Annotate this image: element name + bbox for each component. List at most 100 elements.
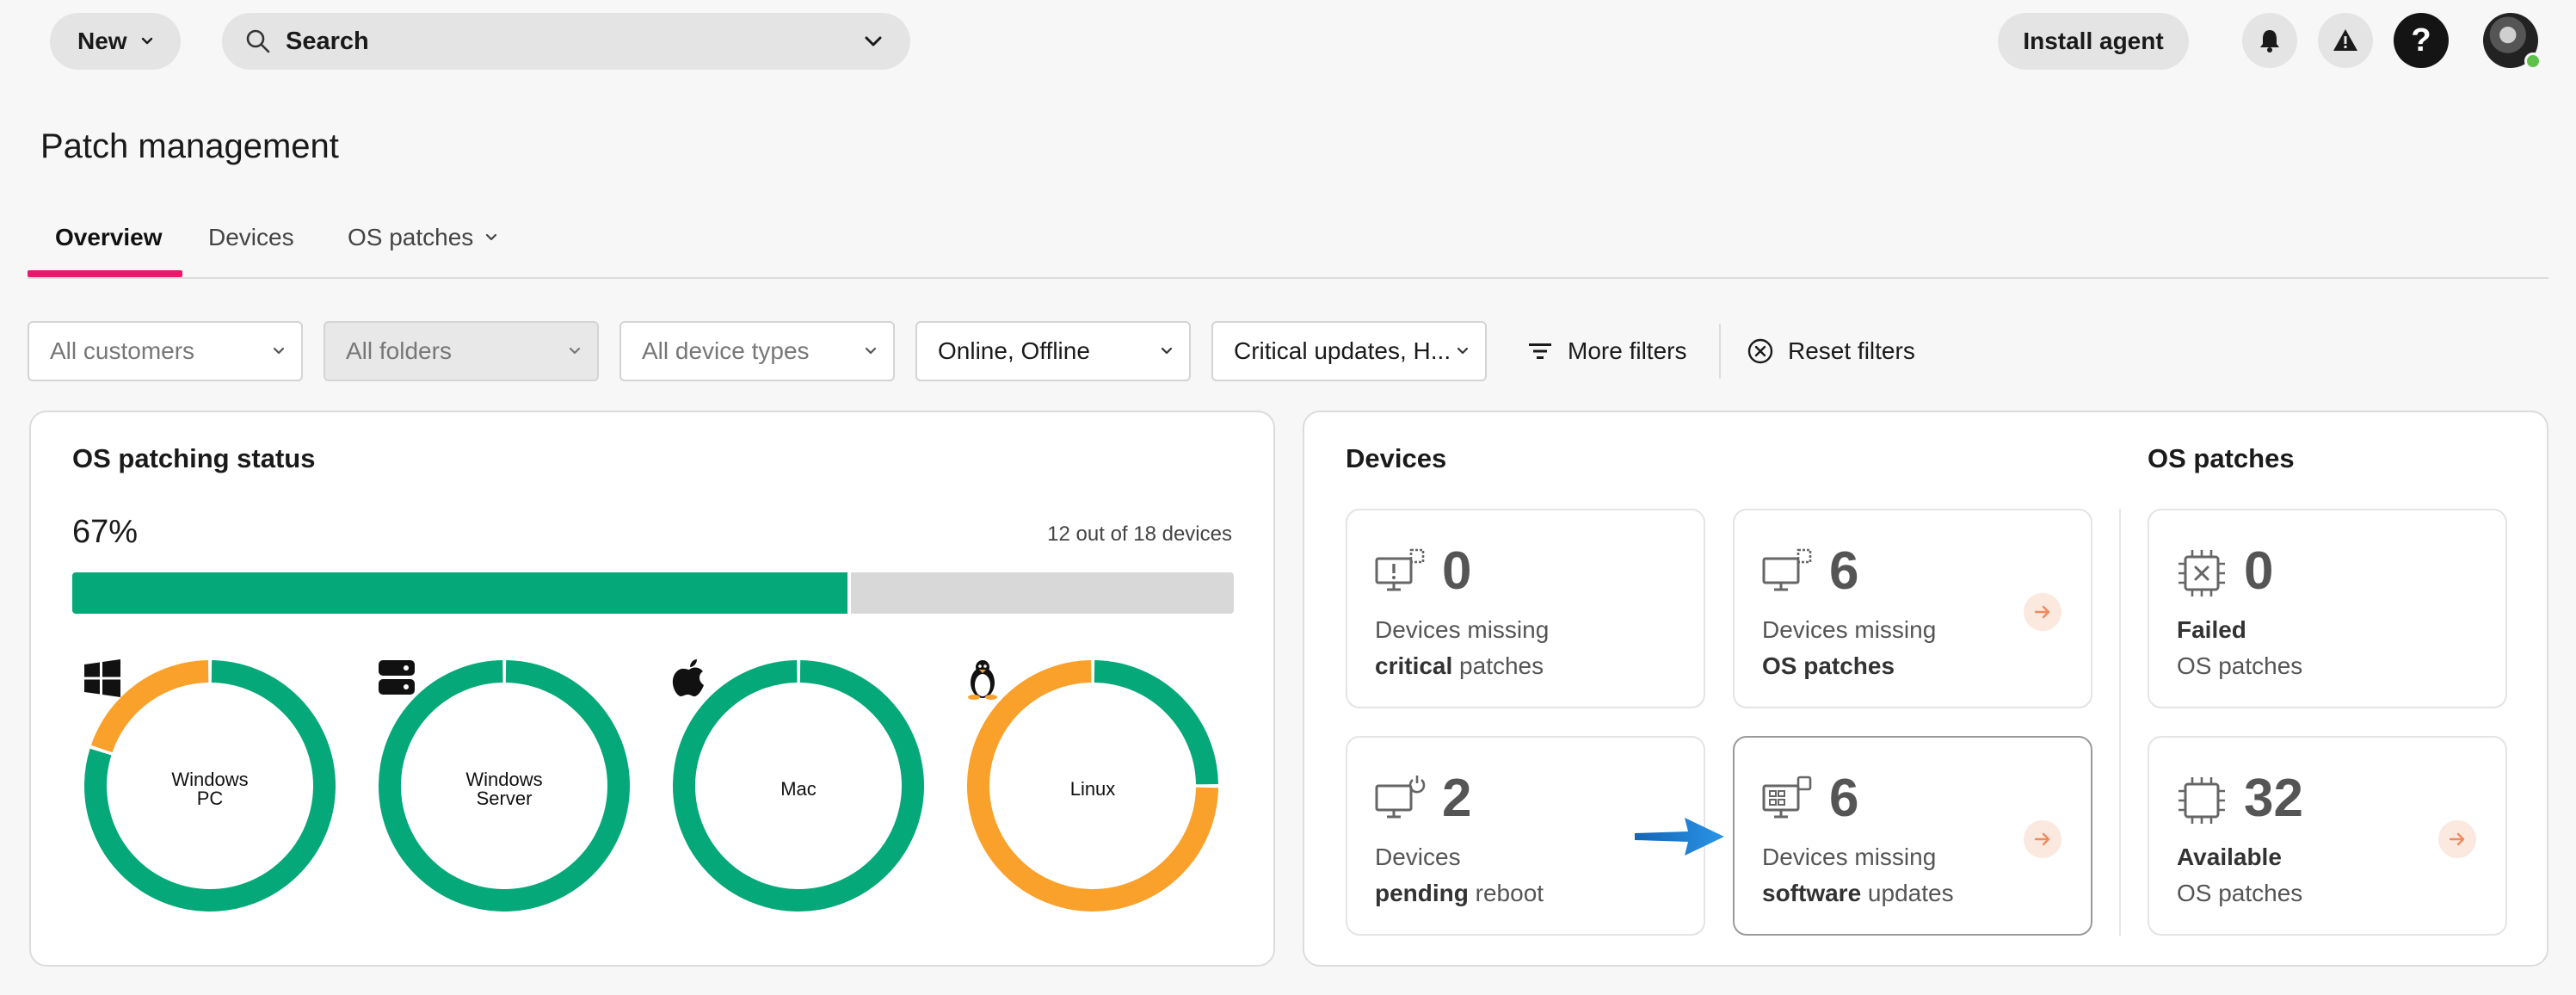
tab-os-patches[interactable]: OS patches <box>348 224 499 251</box>
tile-text-line2: OS patches <box>2177 880 2303 906</box>
tile-text-bold: OS patches <box>1762 652 1895 679</box>
windows-icon <box>84 659 120 697</box>
patched-percentage: 67% <box>72 514 139 550</box>
chip-icon <box>2179 777 2225 824</box>
donut-label: Server <box>476 788 533 809</box>
card-title: OS patching status <box>72 443 316 473</box>
tile-count: 6 <box>1829 541 1859 601</box>
chevron-down-icon[interactable] <box>862 30 884 53</box>
patched-devices-count: 12 out of 18 devices <box>1047 522 1232 546</box>
tile-text-bold: Failed <box>2177 616 2246 643</box>
arrow-right-icon[interactable] <box>2024 593 2061 631</box>
os-patches-section-title: OS patches <box>2148 443 2295 473</box>
tile-text-rest: patches <box>1452 652 1544 679</box>
new-button[interactable]: New <box>50 13 181 70</box>
tile-text-line1: Devices missing <box>1762 844 1937 870</box>
tile-missing-os-patches[interactable]: 6 Devices missing OS patches <box>1733 509 2092 708</box>
progress-fill <box>72 572 851 614</box>
tile-count: 6 <box>1829 769 1859 828</box>
tab-label: OS patches <box>348 224 474 250</box>
arrow-right-icon[interactable] <box>2438 820 2476 858</box>
chevron-down-icon <box>865 347 877 355</box>
search-icon <box>246 29 270 53</box>
customers-filter[interactable]: All customers <box>28 321 303 381</box>
callout-arrow-icon <box>1635 818 1724 856</box>
install-agent-label: Install agent <box>2023 28 2164 54</box>
tile-text-bold: Available <box>2177 844 2282 870</box>
tile-count: 32 <box>2244 769 2303 828</box>
donut-windows-server[interactable]: Windows Server <box>377 658 632 913</box>
close-circle-icon <box>1747 338 1773 364</box>
tile-text-line1: Devices missing <box>1375 616 1550 643</box>
tile-available-os-patches[interactable]: 32 Available OS patches <box>2148 736 2507 936</box>
status-filter[interactable]: Online, Offline <box>915 321 1191 381</box>
donut-label: PC <box>196 788 224 809</box>
donut-linux[interactable]: Linux <box>965 658 1220 913</box>
search-bar[interactable]: Search <box>222 13 910 70</box>
server-icon <box>379 660 415 695</box>
avatar[interactable] <box>2483 13 2542 70</box>
tile-text-rest: updates <box>1861 880 1954 906</box>
chevron-down-icon <box>1161 347 1173 355</box>
chevron-down-icon <box>1457 347 1469 355</box>
online-status-dot <box>2524 53 2542 70</box>
bell-icon <box>2260 30 2279 53</box>
tile-failed-os-patches[interactable]: 0 Failed OS patches <box>2148 509 2507 708</box>
page-title: Patch management <box>40 127 339 165</box>
top-bar: New Search Install agent ? <box>0 0 2576 86</box>
donut-label: Linux <box>1069 778 1116 800</box>
tile-count: 0 <box>2244 541 2274 601</box>
tab-devices[interactable]: Devices <box>208 224 294 251</box>
filter-label: All customers <box>50 337 195 364</box>
new-button-label: New <box>77 28 127 54</box>
filter-icon <box>1529 343 1551 359</box>
arrow-right-icon[interactable] <box>2024 820 2061 858</box>
tab-overview[interactable]: Overview <box>55 224 163 251</box>
warning-icon <box>2333 29 2357 51</box>
tab-bar: Overview Devices OS patches <box>28 207 2548 279</box>
chevron-down-icon <box>141 37 152 45</box>
tab-label: Devices <box>208 224 294 250</box>
alerts-button[interactable] <box>2318 13 2373 68</box>
filters-divider <box>1719 324 1721 379</box>
chevron-down-icon <box>569 347 581 355</box>
install-agent-button[interactable]: Install agent <box>1998 13 2189 70</box>
update-type-filter[interactable]: Critical updates, H... <box>1211 321 1487 381</box>
reset-filters-label: Reset filters <box>1788 337 1915 364</box>
notifications-button[interactable] <box>2242 13 2297 68</box>
donut-label: Mac <box>780 778 817 800</box>
devices-section-title: Devices <box>1346 443 1447 473</box>
monitor-alert-icon <box>1375 548 1425 591</box>
filter-label: Critical updates, H... <box>1234 337 1451 364</box>
question-icon: ? <box>2411 22 2431 59</box>
apple-icon <box>672 659 704 697</box>
tile-missing-critical-patches[interactable]: 0 Devices missing critical patches <box>1346 509 1705 708</box>
donut-windows-pc[interactable]: Windows PC <box>83 658 337 913</box>
device-types-filter[interactable]: All device types <box>619 321 895 381</box>
os-patching-status-card: OS patching status 67% 12 out of 18 devi… <box>29 411 1275 967</box>
devices-and-patches-card: Devices OS patches 0 Devices missing crit… <box>1303 411 2548 967</box>
donut-mac[interactable]: Mac <box>671 658 926 913</box>
tab-label: Overview <box>55 224 163 250</box>
tile-text-line1: Devices missing <box>1762 616 1937 643</box>
tile-text-line2: OS patches <box>2177 652 2303 679</box>
monitor-power-icon <box>1375 776 1426 819</box>
chevron-down-icon <box>273 347 285 355</box>
chip-failed-icon <box>2179 550 2225 596</box>
tile-text-rest: reboot <box>1468 880 1544 906</box>
more-filters-label: More filters <box>1568 337 1687 364</box>
sections-divider <box>2119 509 2121 936</box>
folders-filter: All folders <box>324 321 599 381</box>
filter-label: All device types <box>642 337 810 364</box>
more-filters-button[interactable]: More filters <box>1526 321 1686 381</box>
monitor-patch-icon <box>1762 548 1812 591</box>
tile-missing-software-updates[interactable]: 6 Devices missing software updates <box>1733 736 2092 936</box>
filter-label: Online, Offline <box>938 337 1090 364</box>
active-tab-indicator <box>28 270 182 277</box>
linux-icon <box>968 660 997 700</box>
tile-text-line1: Devices <box>1375 844 1461 870</box>
reset-filters-button[interactable]: Reset filters <box>1747 321 1915 381</box>
search-label: Search <box>286 27 369 55</box>
help-button[interactable]: ? <box>2394 13 2449 68</box>
tile-count: 0 <box>1442 541 1472 601</box>
